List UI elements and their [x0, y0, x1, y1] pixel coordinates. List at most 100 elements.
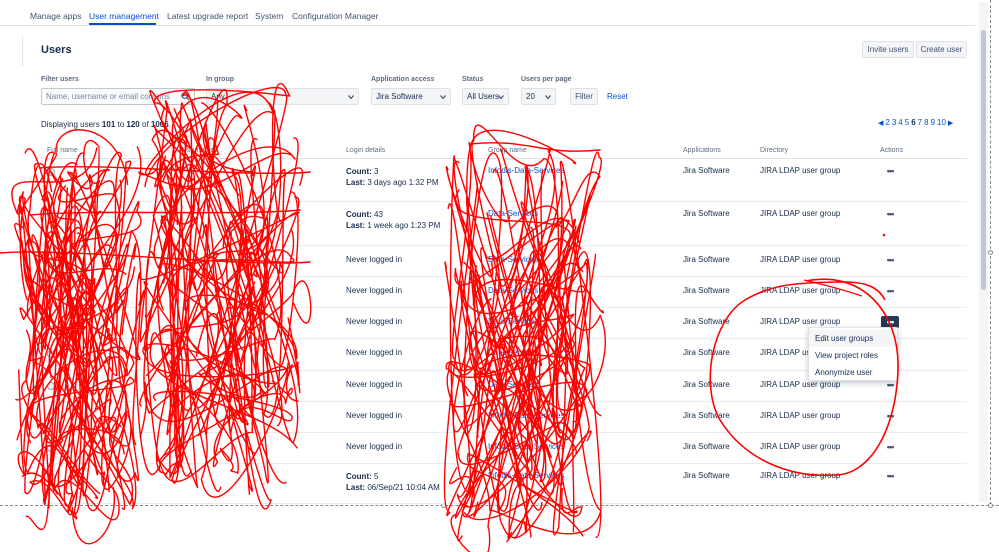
directory-name: JIRA LDAP user group — [760, 209, 841, 218]
application-name: Jira Software — [683, 317, 730, 326]
login-last-label: Last: — [346, 178, 368, 187]
login-last-label: Last: — [346, 221, 368, 230]
row-actions-button[interactable]: ••• — [881, 410, 899, 422]
login-count: 43 — [374, 210, 383, 219]
application-name: Jira Software — [683, 442, 730, 451]
row-actions-button[interactable]: ••• — [881, 165, 899, 177]
table-row: Never logged in Data-Services Jira Softwar… — [41, 246, 967, 277]
application-name: Jira Software — [683, 166, 730, 175]
invite-users-button[interactable]: Invite users — [862, 41, 914, 58]
tab-system[interactable]: System — [255, 11, 283, 21]
tab-user-management[interactable]: User management — [89, 11, 159, 21]
page-link[interactable]: 10 — [937, 118, 946, 127]
col-login-details: Login details — [346, 147, 386, 154]
col-group-name: Group name — [488, 147, 527, 154]
group-name-link[interactable]: Data-Services — [488, 348, 538, 357]
col-username[interactable]: Username — [182, 147, 214, 154]
application-name: Jira Software — [683, 411, 730, 420]
capture-frame-handle — [988, 503, 993, 508]
page-link[interactable]: 2 — [885, 118, 889, 127]
row-actions-button[interactable]: ••• — [881, 285, 899, 297]
row-actions-button[interactable]: ••• — [881, 208, 899, 220]
col-full-name[interactable]: Full name — [47, 147, 78, 154]
scrollbar-thumb[interactable] — [981, 30, 986, 290]
tab-manage-apps[interactable]: Manage apps — [30, 11, 82, 21]
page-link[interactable]: 7 — [918, 118, 922, 127]
login-details: Never logged in — [346, 411, 403, 420]
group-name-link[interactable]: Infodis-Data-Services — [488, 471, 564, 480]
col-directory: Directory — [760, 147, 789, 154]
filter-button[interactable]: Filter — [570, 88, 598, 105]
capture-frame-bottom — [0, 505, 999, 506]
login-details: Count: 5 Last: 06/Sep/21 10:04 AM — [346, 471, 440, 493]
summary-from: 101 — [101, 120, 116, 129]
login-last: 1 week ago 1:23 PM — [367, 221, 441, 230]
row-actions-button[interactable]: ••• — [881, 441, 899, 453]
page-link[interactable]: 4 — [898, 118, 902, 127]
table-row: Count: 43 Last: 1 week ago 1:23 PM Data-Se… — [41, 202, 967, 246]
page-link[interactable]: 3 — [892, 118, 896, 127]
group-name-link[interactable]: Data-Services — [488, 317, 538, 326]
filter-users-input[interactable] — [46, 92, 190, 101]
directory-name: JIRA LDAP user group — [760, 317, 841, 326]
directory-name: JIRA LDAP user group — [760, 380, 841, 389]
avatar — [47, 288, 55, 296]
create-user-button[interactable]: Create user — [916, 41, 967, 58]
in-group-select[interactable]: Any — [206, 88, 359, 105]
application-access-label: Application access — [371, 76, 435, 83]
login-last: 3 days ago 1:32 PM — [367, 178, 439, 187]
pagination: ◀ 2 3 4 5 6 7 8 9 10 ▶ — [878, 118, 953, 127]
filter-users-label: Filter users — [41, 76, 79, 83]
active-tab-indicator — [89, 23, 156, 25]
group-name-link[interactable]: Data-Services — [488, 286, 538, 295]
row-actions-button[interactable]: ••• — [881, 254, 899, 266]
summary-prefix: Displaying users — [41, 120, 102, 129]
next-page-icon[interactable]: ▶ — [948, 119, 953, 127]
login-details: Count: 43 Last: 1 week ago 1:23 PM — [346, 209, 440, 231]
group-name-link[interactable]: Infodis-Data-Services — [488, 166, 564, 175]
login-details: Never logged in — [346, 380, 403, 389]
avatar — [47, 350, 55, 358]
group-name-link[interactable]: Data-Services — [488, 255, 538, 264]
avatar — [47, 211, 55, 219]
login-count-label: Count: — [346, 472, 374, 481]
application-name: Jira Software — [683, 471, 730, 480]
page-link[interactable]: 5 — [905, 118, 909, 127]
group-name-link[interactable]: Infodis-Data-Services — [488, 442, 564, 451]
in-group-value: Any — [211, 92, 225, 101]
application-access-select[interactable]: Jira Software — [371, 88, 451, 105]
group-name-link[interactable]: Data-Services — [488, 209, 538, 218]
page-link[interactable]: 8 — [924, 118, 928, 127]
row-actions-button[interactable]: ••• — [881, 470, 899, 482]
menu-anonymize-user[interactable]: Anonymize user — [809, 364, 897, 381]
login-count-label: Count: — [346, 210, 374, 219]
page-title: Users — [41, 44, 72, 56]
directory-name: JIRA LDAP user group — [760, 442, 841, 451]
chevron-down-icon — [545, 95, 551, 100]
login-count: 5 — [374, 472, 379, 481]
application-name: Jira Software — [683, 348, 730, 357]
avatar — [47, 319, 55, 327]
users-per-page-select[interactable]: 20 — [521, 88, 556, 105]
tab-latest-upgrade-report[interactable]: Latest upgrade report — [167, 11, 248, 21]
tab-configuration-manager[interactable]: Configuration Manager — [292, 11, 378, 21]
application-name: Jira Software — [683, 286, 730, 295]
group-name-link[interactable]: Data-Services — [488, 380, 538, 389]
page-link[interactable]: 6 — [911, 118, 915, 127]
reset-link[interactable]: Reset — [607, 92, 628, 101]
login-details: Never logged in — [346, 442, 403, 451]
page-link[interactable]: 9 — [931, 118, 935, 127]
avatar — [47, 257, 55, 265]
admin-top-nav: Manage apps User management Latest upgra… — [0, 0, 975, 26]
menu-edit-user-groups[interactable]: Edit user groups — [809, 330, 897, 347]
table-row: Never logged in Infodis-Data-Services Jira… — [41, 402, 967, 433]
login-count-label: Count: — [346, 167, 374, 176]
group-name-link[interactable]: Infodis-Data-Services — [488, 411, 564, 420]
search-icon[interactable] — [181, 92, 190, 101]
previous-page-icon[interactable]: ◀ — [878, 119, 883, 127]
table-row: Never logged in Data-Services Jira Softwar… — [41, 277, 967, 308]
status-select[interactable]: All Users — [462, 88, 509, 105]
table-row: Count: 5 Last: 06/Sep/21 10:04 AM Infodis-… — [41, 464, 967, 504]
table-row: Count: 3 Last: 3 days ago 1:32 PM Infodis-… — [41, 159, 967, 202]
menu-view-project-roles[interactable]: View project roles — [809, 347, 897, 364]
